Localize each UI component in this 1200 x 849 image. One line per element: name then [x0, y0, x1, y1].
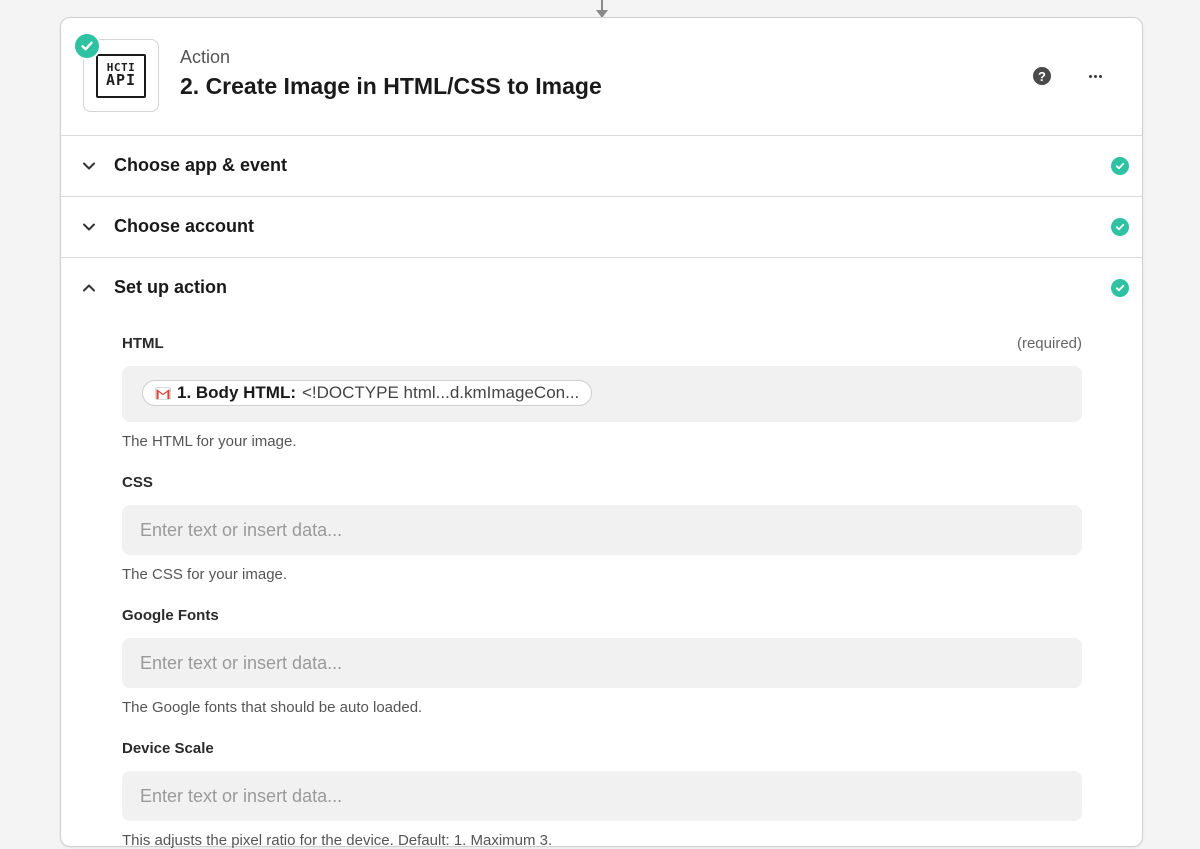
chevron-up-icon — [83, 284, 95, 292]
chevron-down-icon — [83, 162, 95, 170]
field-label-text: Device Scale — [122, 740, 214, 757]
field-label-text: CSS — [122, 474, 153, 491]
step-header: HCTI API Action 2. Create Image in HTML/… — [61, 18, 1142, 136]
pill-step-label: 1. Body HTML: — [177, 383, 296, 402]
step-title: 2. Create Image in HTML/CSS to Image — [180, 73, 602, 99]
css-input[interactable]: Enter text or insert data... — [122, 505, 1082, 555]
pill-value: <!DOCTYPE html...d.kmImageCon... — [302, 383, 580, 402]
field-html: HTML (required) 1. Body HTML: <!DOCTYPE … — [122, 319, 1082, 450]
field-help-text: The HTML for your image. — [122, 433, 297, 450]
more-options-icon[interactable] — [1086, 68, 1104, 84]
action-step-card: HCTI API Action 2. Create Image in HTML/… — [60, 17, 1143, 849]
section-choose-account[interactable]: Choose account — [61, 197, 1142, 258]
field-label-text: HTML — [122, 335, 164, 352]
field-google-fonts: Google Fonts Enter text or insert data..… — [122, 583, 1082, 716]
field-label: HTML (required) — [122, 335, 1082, 355]
section-label: Choose app & event — [114, 155, 288, 175]
section-label: Set up action — [114, 277, 228, 297]
help-icon[interactable]: ? — [1033, 67, 1051, 85]
action-setup-form: HTML (required) 1. Body HTML: <!DOCTYPE … — [61, 319, 1082, 849]
field-label: CSS — [122, 474, 1082, 494]
input-placeholder: Enter text or insert data... — [140, 786, 343, 806]
field-css: CSS Enter text or insert data... The CSS… — [122, 450, 1082, 583]
device-scale-input[interactable]: Enter text or insert data... — [122, 771, 1082, 821]
step-complete-check-icon — [73, 32, 101, 60]
gmail-icon — [155, 386, 171, 400]
section-complete-check-icon — [1111, 218, 1129, 236]
section-choose-app-event[interactable]: Choose app & event — [61, 136, 1142, 197]
field-device-scale: Device Scale Enter text or insert data..… — [122, 716, 1082, 849]
google-fonts-input[interactable]: Enter text or insert data... — [122, 638, 1082, 688]
section-complete-check-icon — [1111, 157, 1129, 175]
section-complete-check-icon — [1111, 279, 1129, 297]
section-set-up-action[interactable]: Set up action — [61, 258, 1142, 319]
required-indicator: (required) — [1016, 335, 1082, 352]
field-label: Device Scale — [122, 740, 1082, 760]
field-help-text: This adjusts the pixel ratio for the dev… — [122, 832, 553, 849]
input-placeholder: Enter text or insert data... — [140, 520, 343, 540]
hcti-api-logo-icon: HCTI API — [96, 53, 146, 98]
field-help-text: The CSS for your image. — [122, 566, 288, 583]
chevron-down-icon — [83, 223, 95, 231]
step-type-label: Action — [180, 47, 231, 67]
field-label-text: Google Fonts — [122, 607, 219, 624]
mapped-data-pill[interactable]: 1. Body HTML: <!DOCTYPE html...d.kmImage… — [142, 380, 593, 406]
field-label: Google Fonts — [122, 607, 1082, 627]
field-help-text: The Google fonts that should be auto loa… — [122, 699, 423, 716]
section-label: Choose account — [114, 216, 255, 236]
input-placeholder: Enter text or insert data... — [140, 653, 343, 673]
logo-text-line2: API — [105, 71, 137, 90]
html-input[interactable]: 1. Body HTML: <!DOCTYPE html...d.kmImage… — [122, 366, 1082, 422]
